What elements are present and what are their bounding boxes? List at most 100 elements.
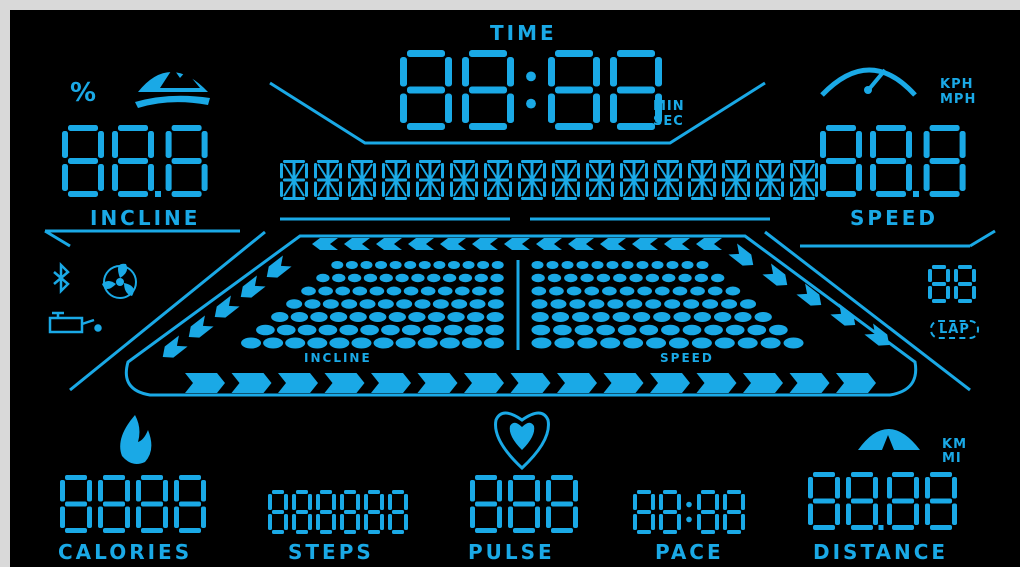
time-unit-sec: SEC xyxy=(653,114,684,129)
track-dot xyxy=(596,324,615,336)
track-dot xyxy=(617,324,637,336)
digit-8 xyxy=(659,490,681,534)
track-dot xyxy=(458,273,473,283)
digit-8 xyxy=(165,125,208,197)
track-dot xyxy=(474,273,488,283)
message-char xyxy=(586,160,614,200)
digit-8 xyxy=(136,475,168,533)
track-dot xyxy=(626,299,643,309)
track-dot xyxy=(447,312,465,322)
track-dot xyxy=(477,261,490,269)
track-dot xyxy=(673,312,691,322)
track-dot xyxy=(297,324,317,336)
track-dot xyxy=(486,312,504,322)
track-dot xyxy=(395,337,416,349)
track-dot xyxy=(490,273,504,283)
track-dot xyxy=(721,299,738,309)
track-dot xyxy=(702,299,719,309)
track-outline xyxy=(124,234,918,397)
calories-digits xyxy=(60,475,206,533)
track-dot xyxy=(704,324,723,336)
track-chevron xyxy=(789,373,830,393)
track-dot xyxy=(360,324,379,336)
pulse-digits xyxy=(470,475,578,533)
track-chevron xyxy=(796,283,822,306)
track-dot xyxy=(783,337,804,349)
track-dot xyxy=(341,299,358,309)
track-dot xyxy=(472,286,487,296)
message-char xyxy=(790,160,818,200)
track-dot xyxy=(454,286,470,296)
track-dot xyxy=(547,273,562,283)
track-dot xyxy=(420,286,436,296)
digit-8 xyxy=(633,490,655,534)
track-chevron xyxy=(696,373,737,393)
track-chevron xyxy=(185,373,225,393)
message-char xyxy=(450,160,478,200)
track-chevron xyxy=(696,238,722,250)
track-dot xyxy=(422,324,442,336)
digit-8 xyxy=(174,475,206,533)
track-dot xyxy=(483,337,504,349)
track-dot xyxy=(737,337,758,349)
track-chevron xyxy=(371,373,411,393)
track-dot xyxy=(369,286,385,296)
track-dot xyxy=(596,273,611,283)
lap-label: LAP xyxy=(930,320,979,339)
track-chevron xyxy=(743,373,783,393)
track-dot xyxy=(613,273,627,283)
track-dot xyxy=(345,261,358,269)
digit-8 xyxy=(400,50,452,130)
track-dot xyxy=(531,312,549,322)
track-dot xyxy=(694,273,709,283)
track-dot xyxy=(256,324,275,336)
track-dot xyxy=(678,273,692,283)
track-dot xyxy=(696,261,709,269)
lcd-display: TIME MIN SEC % INCLINE KPH MPH SPEED INC… xyxy=(10,10,1020,567)
track-dot xyxy=(580,273,594,283)
digit-8 xyxy=(870,125,912,197)
speed-label: SPEED xyxy=(850,206,938,230)
digit-8 xyxy=(508,475,540,533)
incline-unit: % xyxy=(70,78,98,108)
track-dot xyxy=(645,299,662,309)
mountain-icon xyxy=(135,68,210,108)
flame-icon xyxy=(120,415,152,464)
track-chevron xyxy=(312,238,338,250)
message-char xyxy=(314,160,342,200)
track-dot xyxy=(329,312,348,322)
track-dot xyxy=(335,286,351,296)
digit-8 xyxy=(462,50,514,130)
track-dot xyxy=(485,324,504,336)
track-dot xyxy=(668,337,689,349)
digit-8 xyxy=(925,472,957,530)
track-dot xyxy=(241,337,262,349)
distance-label: DISTANCE xyxy=(813,540,949,564)
track-dot xyxy=(466,312,485,322)
track-dot xyxy=(462,261,475,269)
lcd-artwork xyxy=(44,50,996,534)
track-chevron xyxy=(344,238,370,250)
digit-8 xyxy=(548,50,600,130)
track-dot xyxy=(427,273,441,283)
track-incline-label: INCLINE xyxy=(304,351,372,365)
track-dot xyxy=(447,261,460,269)
track-dot xyxy=(318,286,333,296)
steps-digits xyxy=(268,490,408,534)
track-dot xyxy=(747,324,767,336)
track-dot xyxy=(375,261,388,269)
track-dot xyxy=(754,312,772,322)
track-chevron xyxy=(603,373,644,393)
track-dot xyxy=(386,286,402,296)
colon-dot xyxy=(526,71,536,82)
track-dot xyxy=(646,337,667,349)
track-dot xyxy=(276,324,296,336)
track-dot xyxy=(734,312,752,322)
heart-icon xyxy=(494,411,550,471)
speed-digits xyxy=(820,125,966,197)
digit-8 xyxy=(887,472,919,530)
track-dot xyxy=(304,299,321,309)
track-dot xyxy=(592,312,610,322)
track-dot xyxy=(404,261,417,269)
track-dot xyxy=(725,286,741,296)
